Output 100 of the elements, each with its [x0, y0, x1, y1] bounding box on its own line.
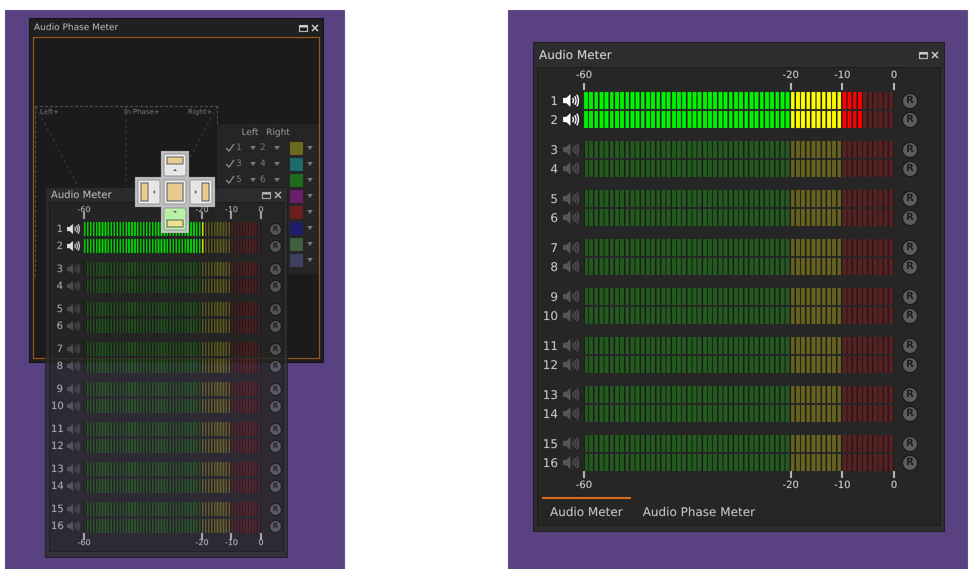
- record-button[interactable]: R: [902, 190, 918, 206]
- record-button[interactable]: R: [902, 338, 918, 354]
- channel-number: 12: [542, 358, 558, 372]
- speaker-icon[interactable]: [66, 240, 80, 252]
- caret-icon[interactable]: [274, 178, 280, 182]
- caret-icon[interactable]: [307, 178, 313, 182]
- color-swatch[interactable]: [290, 190, 303, 202]
- tick-mark: [893, 471, 895, 478]
- close-icon[interactable]: [274, 191, 282, 199]
- tick-mark: [83, 533, 85, 540]
- record-button[interactable]: R: [902, 308, 918, 324]
- speaker-icon[interactable]: [562, 112, 579, 127]
- color-swatch[interactable]: [290, 206, 303, 218]
- record-button[interactable]: R: [902, 288, 918, 304]
- column-header: Left: [240, 128, 260, 138]
- panel-tab[interactable]: Audio Phase Meter: [634, 497, 764, 521]
- channel-number: 2: [260, 143, 267, 153]
- caret-icon[interactable]: [307, 146, 313, 150]
- tick-mark: [583, 83, 585, 90]
- caret-icon[interactable]: [307, 210, 313, 214]
- scale-label: 0: [890, 71, 898, 81]
- speaker-icon[interactable]: [562, 93, 579, 108]
- record-button[interactable]: R: [902, 210, 918, 226]
- record-button[interactable]: R: [902, 112, 918, 128]
- close-icon[interactable]: [311, 24, 319, 32]
- checkbox[interactable]: [224, 142, 236, 154]
- tick-mark: [201, 212, 203, 219]
- channel-number: 14: [542, 406, 558, 420]
- window-title: Audio Meter: [51, 190, 112, 200]
- scale-label: 0: [258, 206, 264, 214]
- channel-number: 14: [51, 480, 63, 492]
- speaker-icon[interactable]: [66, 223, 80, 235]
- caret-icon[interactable]: [274, 146, 280, 150]
- restore-icon[interactable]: [299, 24, 308, 32]
- record-button[interactable]: R: [902, 406, 918, 422]
- caret-icon[interactable]: [307, 226, 313, 230]
- record-button[interactable]: R: [902, 142, 918, 158]
- scale-label: -60: [576, 71, 592, 81]
- channel-number: 15: [51, 504, 63, 514]
- column-header: Right: [265, 128, 291, 138]
- color-swatch[interactable]: [290, 254, 303, 266]
- tick-mark: [790, 83, 792, 90]
- tick-mark: [201, 533, 203, 540]
- tick-mark: [893, 83, 895, 90]
- caret-icon[interactable]: [307, 162, 313, 166]
- color-swatch[interactable]: [290, 174, 303, 186]
- caret-icon[interactable]: [250, 178, 256, 182]
- color-swatch[interactable]: [290, 158, 303, 170]
- channel-number: 1: [549, 94, 558, 108]
- color-swatch[interactable]: [290, 142, 303, 154]
- scale-label: -60: [77, 539, 91, 547]
- channel-number: 1: [236, 143, 243, 153]
- scale-label: -20: [195, 206, 209, 214]
- record-button[interactable]: R: [902, 386, 918, 402]
- scale-label: -10: [224, 206, 238, 214]
- record-button[interactable]: R: [902, 92, 918, 108]
- restore-icon[interactable]: [262, 192, 271, 198]
- scale-label: -10: [834, 481, 850, 491]
- close-icon[interactable]: [931, 51, 939, 59]
- channel-number: 9: [56, 384, 63, 394]
- channel-number: 10: [542, 308, 558, 322]
- caret-icon[interactable]: [250, 146, 256, 150]
- record-button[interactable]: R: [902, 240, 918, 256]
- tick-mark: [230, 533, 232, 540]
- checkbox[interactable]: [224, 158, 236, 170]
- color-swatch[interactable]: [290, 238, 303, 250]
- caret-icon[interactable]: [307, 242, 313, 246]
- channel-number: 11: [542, 338, 558, 352]
- panel-tab[interactable]: Audio Meter: [542, 497, 631, 521]
- channel-number: 8: [549, 260, 558, 274]
- channel-number: 2: [549, 112, 558, 126]
- caret-icon[interactable]: [274, 162, 280, 166]
- scale-label: -10: [224, 539, 238, 547]
- channel-number: 3: [56, 264, 63, 274]
- restore-icon[interactable]: [919, 52, 928, 58]
- channel-number: 7: [56, 344, 63, 354]
- channel-number: 5: [56, 304, 63, 314]
- color-swatch[interactable]: [290, 222, 303, 234]
- checkbox[interactable]: [224, 174, 236, 186]
- docking-guide[interactable]: [135, 151, 215, 233]
- channel-number: 4: [260, 159, 267, 169]
- channel-number: 3: [236, 159, 243, 169]
- record-button[interactable]: R: [902, 454, 918, 470]
- channel-number: 13: [542, 388, 558, 402]
- caret-icon[interactable]: [307, 258, 313, 262]
- channel-number: 5: [236, 175, 243, 185]
- record-button[interactable]: R: [902, 160, 918, 176]
- caret-icon[interactable]: [250, 162, 256, 166]
- tick-mark: [260, 212, 262, 219]
- record-button[interactable]: R: [902, 436, 918, 452]
- record-button[interactable]: R: [902, 356, 918, 372]
- channel-number: 7: [549, 240, 558, 254]
- caret-icon[interactable]: [307, 194, 313, 198]
- record-button[interactable]: R: [902, 258, 918, 274]
- channel-number: 5: [549, 192, 558, 206]
- scale-label: -20: [782, 481, 799, 491]
- channel-number: 2: [56, 240, 63, 252]
- tick-mark: [841, 471, 844, 478]
- channel-number: 16: [51, 520, 63, 532]
- channel-number: 6: [260, 175, 267, 185]
